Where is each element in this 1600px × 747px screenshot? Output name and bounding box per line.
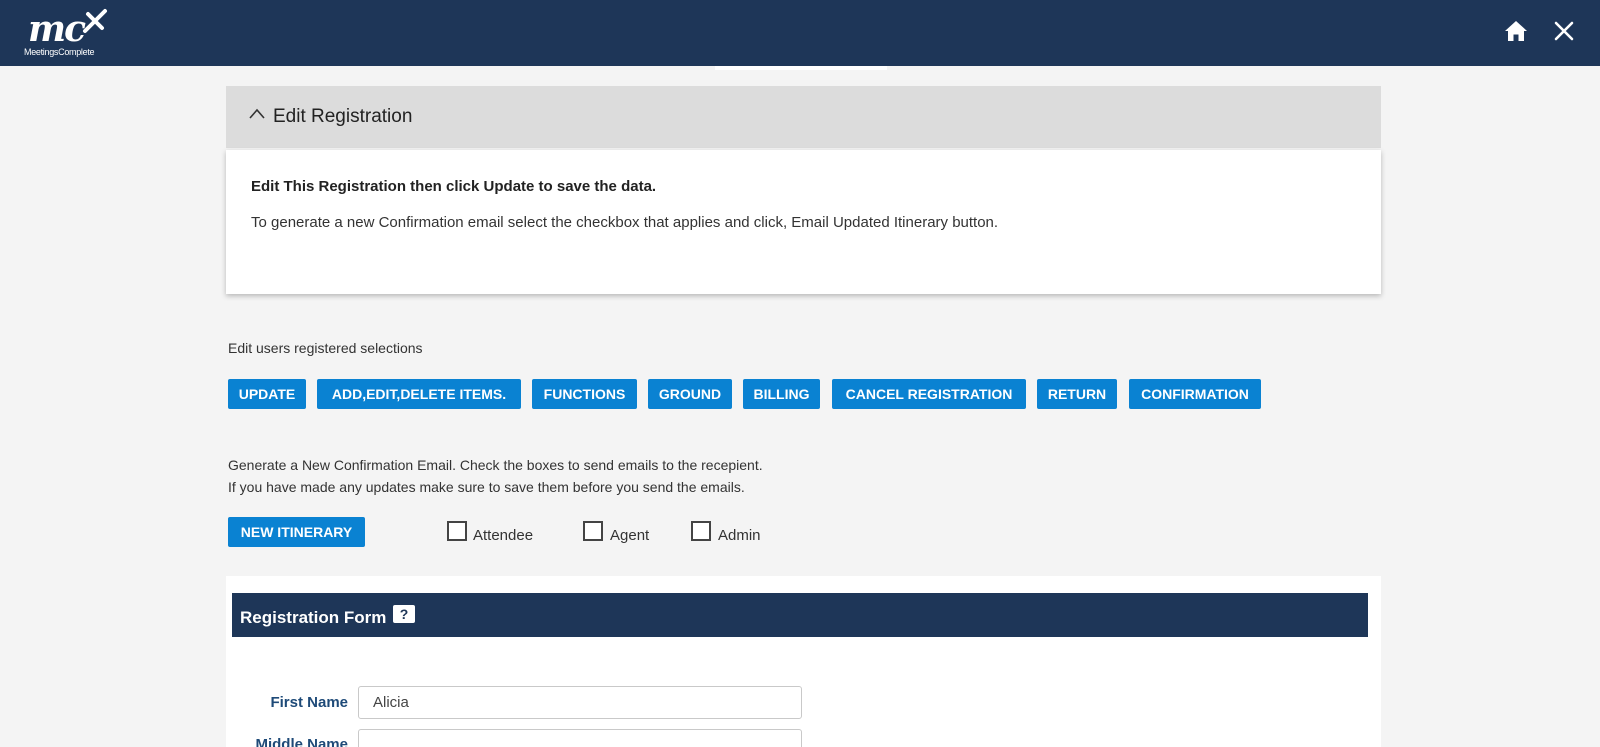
admin-checkbox[interactable] <box>691 521 711 541</box>
home-icon[interactable] <box>1503 18 1529 44</box>
attendee-checkbox[interactable] <box>447 521 467 541</box>
ground-button[interactable]: GROUND <box>648 379 732 409</box>
confirmation-instructions-line1: Generate a New Confirmation Email. Check… <box>228 457 763 473</box>
top-header-bar: mc MeetingsComplete <box>0 0 1600 66</box>
functions-button[interactable]: FUNCTIONS <box>532 379 637 409</box>
panel-description: To generate a new Confirmation email sel… <box>251 214 999 231</box>
agent-checkbox-label: Agent <box>610 527 650 544</box>
confirmation-instructions-line2: If you have made any updates make sure t… <box>228 479 745 495</box>
tab-indicator <box>715 66 887 70</box>
meetingscomplete-logo[interactable]: mc MeetingsComplete <box>22 6 112 60</box>
return-button[interactable]: RETURN <box>1037 379 1117 409</box>
middle-name-label: Middle Name <box>255 736 348 747</box>
edit-selections-label: Edit users registered selections <box>228 340 423 356</box>
edit-registration-panel-body: Edit This Registration then click Update… <box>226 150 1381 294</box>
airplane-icon <box>83 9 107 33</box>
panel-lead-text: Edit This Registration then click Update… <box>251 178 657 195</box>
confirmation-button[interactable]: CONFIRMATION <box>1129 379 1261 409</box>
close-icon[interactable] <box>1551 18 1577 44</box>
add-edit-delete-items-button[interactable]: ADD,EDIT,DELETE ITEMS. <box>317 379 521 409</box>
cancel-registration-button[interactable]: CANCEL REGISTRATION <box>832 379 1026 409</box>
help-icon[interactable]: ? <box>393 605 415 623</box>
registration-form-header: Registration Form ? <box>232 593 1368 637</box>
first-name-label: First Name <box>270 694 348 711</box>
chevron-up-icon <box>249 108 265 119</box>
logo-mark: mc <box>28 8 86 50</box>
attendee-checkbox-label: Attendee <box>473 527 534 544</box>
registration-form-title: Registration Form <box>240 608 387 627</box>
panel-title: Edit Registration <box>273 106 413 127</box>
new-itinerary-button[interactable]: NEW ITINERARY <box>228 517 365 547</box>
admin-checkbox-label: Admin <box>718 527 761 544</box>
billing-button[interactable]: BILLING <box>743 379 820 409</box>
edit-registration-panel-header[interactable]: Edit Registration <box>226 86 1381 148</box>
middle-name-input[interactable] <box>358 729 802 747</box>
first-name-input[interactable] <box>358 686 802 719</box>
logo-subtext: MeetingsComplete <box>24 47 95 57</box>
agent-checkbox[interactable] <box>583 521 603 541</box>
update-button[interactable]: UPDATE <box>228 379 306 409</box>
